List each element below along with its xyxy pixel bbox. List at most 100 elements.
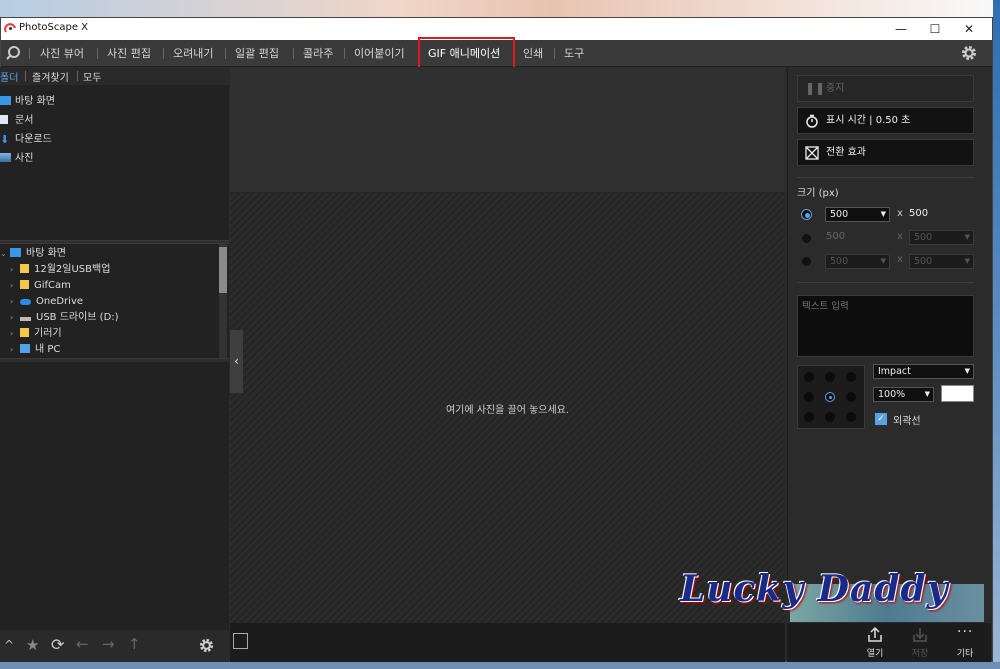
star-icon[interactable]: ★	[26, 636, 39, 654]
menu-separator	[293, 48, 294, 59]
transition-effect-button[interactable]: 전환 효과	[797, 139, 974, 166]
back-arrow-icon[interactable]: ←	[76, 635, 89, 653]
text-size-select[interactable]: 100% ▼	[873, 387, 934, 402]
width-value-2: 500	[826, 231, 846, 242]
forward-arrow-icon[interactable]: →	[102, 635, 115, 653]
chevron-right-icon[interactable]: ›	[10, 342, 20, 358]
frame-strip-area	[230, 67, 785, 193]
height-select-3[interactable]: 500 ▼	[909, 254, 974, 269]
size-radio-1[interactable]	[801, 209, 812, 220]
menu-combine[interactable]: 이어붙이기	[354, 40, 405, 67]
width-select-3[interactable]: 500 ▼	[825, 254, 890, 269]
save-button[interactable]: 저장	[905, 646, 935, 659]
display-time-button[interactable]: 표시 시간 | 0.50 초	[797, 107, 974, 134]
menu-tools[interactable]: 도구	[564, 40, 584, 67]
width-select-1[interactable]: 500 ▼	[825, 207, 890, 222]
align-bottom-left[interactable]	[804, 412, 814, 422]
save-icon[interactable]	[911, 626, 929, 644]
active-menu-highlight-box	[418, 37, 515, 70]
align-center[interactable]	[825, 392, 835, 402]
size-radio-2[interactable]	[801, 233, 812, 244]
text-input-field[interactable]: 텍스트 입력	[797, 295, 974, 357]
settings-gear-icon[interactable]	[198, 637, 215, 654]
open-button[interactable]: 열기	[860, 646, 890, 659]
align-middle-left[interactable]	[804, 392, 814, 402]
tab-all[interactable]: 모두	[83, 69, 101, 84]
tree-scrollbar-thumb[interactable]	[219, 247, 227, 293]
download-icon: ⬇	[0, 133, 10, 146]
align-top-center[interactable]	[825, 372, 835, 382]
tree-item-usb-drive[interactable]: › USB 드라이브 (D:)	[10, 310, 119, 326]
up-arrow-icon[interactable]: ↑	[128, 635, 141, 653]
desktop-background-bottom	[0, 662, 1000, 669]
quick-item-desktop[interactable]: 바탕 화면	[0, 93, 55, 111]
desktop-background-top	[0, 0, 1000, 18]
tree-item-folder[interactable]: › 12월2일USB백업	[10, 262, 110, 278]
menu-photo-editor[interactable]: 사진 편집	[107, 40, 151, 67]
thumbnail-list-area	[0, 362, 229, 630]
more-button[interactable]: 기타	[950, 646, 980, 659]
align-bottom-center[interactable]	[825, 412, 835, 422]
lucky-daddy-watermark: Lucky Daddy	[680, 568, 949, 610]
maximize-button[interactable]: ☐	[918, 18, 952, 40]
folder-tree: ⌄ 바탕 화면 › 12월2일USB백업 › GifCam › OneDrive › US…	[0, 244, 229, 358]
tab-folders[interactable]: 폴더	[0, 69, 18, 84]
menu-separator	[163, 48, 164, 59]
refresh-icon[interactable]: ⟳	[51, 635, 64, 654]
height-select-2[interactable]: 500 ▼	[909, 230, 974, 245]
menu-collage[interactable]: 콜라주	[303, 40, 333, 67]
chevron-up-icon[interactable]: ^	[4, 638, 14, 652]
tree-item-onedrive[interactable]: › OneDrive	[10, 294, 83, 310]
menu-separator	[344, 48, 345, 59]
app-title: PhotoScape X	[19, 22, 89, 33]
chevron-right-icon[interactable]: ›	[10, 278, 20, 294]
size-radio-3[interactable]	[801, 256, 812, 267]
quick-access-list: 바탕 화면 문서 ⬇ 다운로드 사진	[0, 85, 229, 240]
search-icon[interactable]	[5, 45, 21, 61]
chevron-right-icon[interactable]: ›	[10, 326, 20, 342]
menu-print[interactable]: 인쇄	[523, 40, 543, 67]
center-bottom-bar	[230, 623, 785, 662]
tree-item-this-pc[interactable]: › 내 PC	[10, 342, 60, 358]
tree-item-folder[interactable]: › 기러기	[10, 326, 62, 342]
close-button[interactable]: ✕	[952, 18, 986, 40]
text-color-swatch[interactable]	[941, 385, 974, 402]
tree-item-folder[interactable]: › GifCam	[10, 278, 71, 294]
tab-separator	[77, 71, 78, 81]
align-middle-right[interactable]	[846, 392, 856, 402]
font-select[interactable]: Impact ▼	[873, 364, 974, 379]
chevron-down-icon[interactable]: ⌄	[0, 246, 10, 262]
quick-item-pictures[interactable]: 사진	[0, 150, 33, 168]
chevron-right-icon[interactable]: ›	[10, 310, 20, 326]
menu-photo-viewer[interactable]: 사진 뷰어	[40, 40, 84, 67]
tab-favorites[interactable]: 즐겨찾기	[32, 69, 69, 84]
transition-icon	[805, 146, 819, 160]
pause-button[interactable]: ❚❚ 중지	[797, 75, 974, 102]
left-panel-tabs: 폴더 즐겨찾기 모두	[0, 67, 229, 85]
chevron-right-icon[interactable]: ›	[10, 262, 20, 278]
quick-item-documents[interactable]: 문서	[0, 112, 33, 130]
x-label: x	[897, 254, 903, 265]
desktop-background-right	[993, 0, 1000, 669]
menu-separator	[97, 48, 98, 59]
menu-separator	[29, 48, 30, 59]
pictures-icon	[0, 153, 11, 162]
collapse-panel-button[interactable]: ‹	[230, 330, 243, 393]
desktop-icon	[0, 96, 11, 105]
align-top-left[interactable]	[804, 372, 814, 382]
size-label: 크기 (px)	[797, 188, 839, 199]
quick-item-downloads[interactable]: ⬇ 다운로드	[0, 131, 52, 149]
drive-icon	[20, 317, 31, 321]
panel-toggle-icon[interactable]	[233, 633, 248, 649]
align-bottom-right[interactable]	[846, 412, 856, 422]
chevron-right-icon[interactable]: ›	[10, 294, 20, 310]
tree-item-desktop[interactable]: ⌄ 바탕 화면	[0, 246, 66, 262]
outline-checkbox[interactable]: ✓	[875, 413, 887, 425]
menu-cut-out[interactable]: 오려내기	[173, 40, 213, 67]
minimize-button[interactable]: —	[884, 18, 918, 40]
align-top-right[interactable]	[846, 372, 856, 382]
menu-batch-editor[interactable]: 일괄 편집	[235, 40, 279, 67]
open-icon[interactable]	[866, 626, 884, 644]
pc-icon	[20, 344, 30, 353]
settings-gear-icon[interactable]	[960, 44, 978, 62]
